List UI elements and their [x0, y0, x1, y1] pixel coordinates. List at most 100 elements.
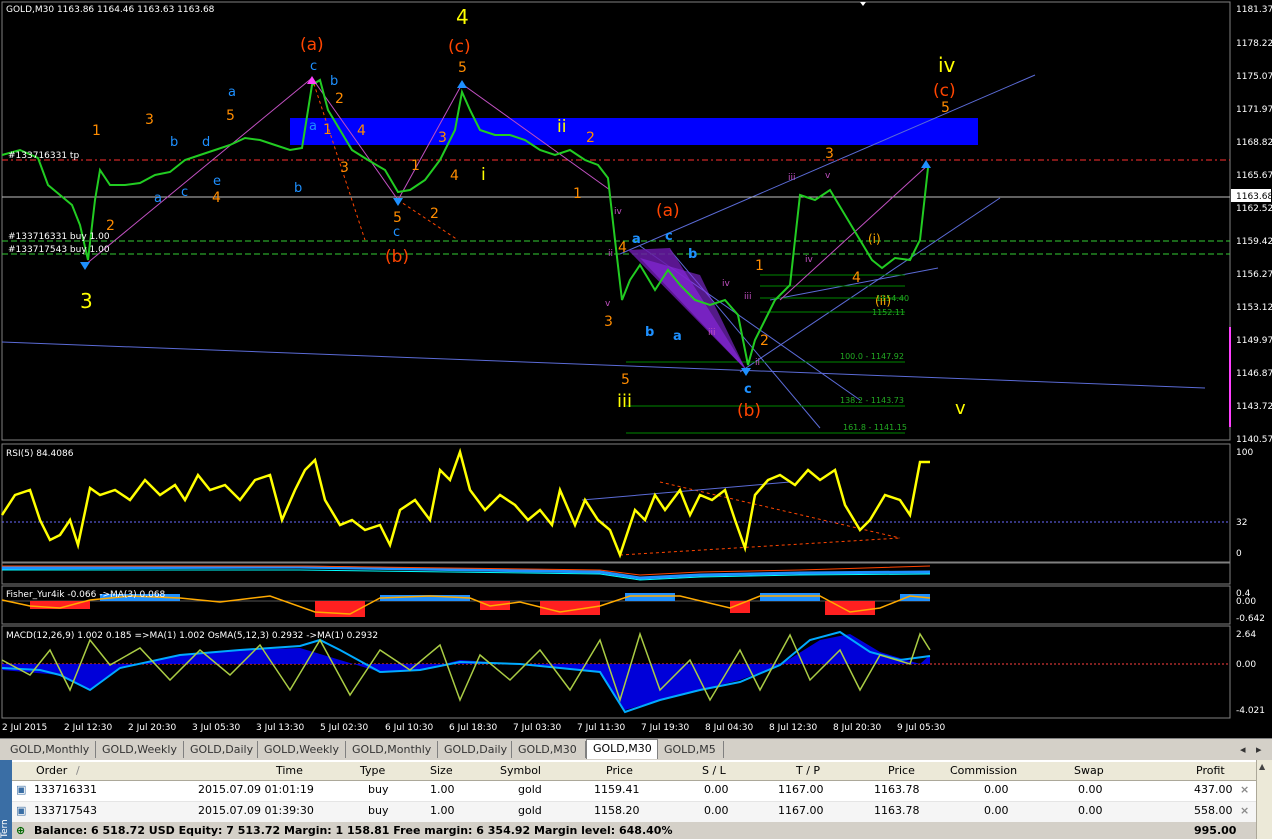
wave-label: iv: [938, 53, 956, 77]
col-size[interactable]: Size: [430, 762, 453, 780]
wave-label: 4: [357, 123, 366, 139]
tab-gold-m30-active[interactable]: GOLD,M30: [586, 739, 658, 759]
price-tick: 1175.07: [1236, 72, 1272, 82]
order-symbol: gold: [518, 804, 542, 817]
col-type[interactable]: Type: [360, 762, 385, 780]
wave-label: v: [825, 171, 831, 181]
wave-label: 1: [755, 258, 764, 274]
terminal-sidebar[interactable]: Terminal: [0, 760, 12, 839]
tab-scroll-left-icon[interactable]: ◂: [1240, 741, 1254, 758]
rsi-title: RSI(5) 84.4086: [6, 449, 74, 459]
time-tick: 7 Jul 19:30: [641, 723, 690, 733]
fib-label: 100.0 - 1147.92: [840, 352, 904, 361]
wave-label: d: [202, 135, 210, 150]
col-sort-icon[interactable]: /: [76, 762, 80, 780]
order-time: 2015.07.09 01:39:30: [198, 804, 314, 817]
order-label: #133717543 buy 1.00: [8, 245, 110, 255]
wave-label: (c): [933, 81, 956, 101]
tab-gold-monthly[interactable]: GOLD,Monthly: [346, 741, 438, 758]
wave-label: iii: [788, 173, 796, 183]
wave-label: iv: [805, 255, 814, 265]
order-tp: 1167.00: [778, 804, 824, 817]
wave-label: iv: [722, 279, 731, 289]
rsi-scale: 100: [1236, 448, 1253, 458]
tab-gold-monthly[interactable]: GOLD,Monthly: [4, 741, 96, 758]
wave-label: e: [213, 174, 221, 189]
status-icon: ⊕: [16, 824, 26, 837]
tab-gold-weekly[interactable]: GOLD,Weekly: [96, 741, 184, 758]
wave-label: iv: [614, 207, 623, 217]
wave-label: 3: [604, 314, 613, 330]
price-tick: 1149.97: [1236, 336, 1272, 346]
wave-label: 4: [456, 5, 469, 29]
order-type: buy: [368, 804, 389, 817]
price-tick: 1178.22: [1236, 39, 1272, 49]
time-tick: 2 Jul 12:30: [64, 723, 113, 733]
time-tick: 6 Jul 10:30: [385, 723, 434, 733]
col-price[interactable]: Price: [606, 762, 633, 780]
wave-label: 5: [226, 108, 235, 124]
account-summary: Balance: 6 518.72 USD Equity: 7 513.72 M…: [34, 824, 673, 837]
col-commission[interactable]: Commission: [950, 762, 1017, 780]
wave-label: 1: [573, 186, 582, 202]
time-tick: 6 Jul 18:30: [449, 723, 498, 733]
wave-label: a: [632, 232, 641, 247]
fisher-scale: -0.642: [1236, 614, 1265, 624]
wave-labels: 4 3 (a) (c) (b) (a) (b) iv (c) 5 v iii i…: [80, 5, 966, 421]
wave-label: (a): [656, 201, 680, 221]
time-tick: 7 Jul 03:30: [513, 723, 562, 733]
tab-scroll-right-icon[interactable]: ▸: [1256, 741, 1270, 758]
chart-area[interactable]: 1181.37 1178.22 1175.07 1171.97 1168.82 …: [0, 0, 1272, 738]
col-sl[interactable]: S / L: [702, 762, 726, 780]
account-status: ⊕ Balance: 6 518.72 USD Equity: 7 513.72…: [12, 822, 1257, 839]
col-current-price[interactable]: Price: [888, 762, 915, 780]
wave-label: 5: [393, 210, 402, 226]
col-time[interactable]: Time: [276, 762, 303, 780]
close-order-icon[interactable]: ×: [1240, 802, 1249, 820]
order-sl: 0.00: [704, 783, 729, 796]
wave-label: b: [330, 74, 338, 89]
scroll-up-icon[interactable]: ▲: [1259, 762, 1265, 771]
close-order-icon[interactable]: ×: [1240, 781, 1249, 799]
wave-label: a: [154, 191, 162, 206]
col-order[interactable]: Order: [36, 762, 67, 780]
wave-label: 3: [145, 112, 154, 128]
wave-label: 4: [852, 270, 861, 286]
tab-gold-daily[interactable]: GOLD,Daily: [184, 741, 258, 758]
wave-label: 2: [335, 91, 344, 107]
order-id: 133717543: [34, 804, 97, 817]
wave-label: 5: [941, 100, 950, 116]
col-swap[interactable]: Swap: [1074, 762, 1104, 780]
tab-gold-weekly[interactable]: GOLD,Weekly: [258, 741, 346, 758]
price-tick: 1162.52: [1236, 204, 1272, 214]
fisher-scale: 0.00: [1236, 597, 1256, 607]
col-tp[interactable]: T / P: [796, 762, 820, 780]
order-commission: 0.00: [984, 783, 1009, 796]
wave-label: c: [393, 225, 400, 240]
terminal-header: Order / Time Type Size Symbol Price S / …: [12, 762, 1257, 781]
table-row[interactable]: ▣ 133716331 2015.07.09 01:01:19 buy 1.00…: [12, 781, 1257, 802]
order-size: 1.00: [430, 804, 455, 817]
wave-label: 4: [618, 240, 627, 256]
wave-label: c: [665, 229, 673, 244]
wave-label: 1: [92, 123, 101, 139]
table-row[interactable]: ▣ 133717543 2015.07.09 01:39:30 buy 1.00…: [12, 802, 1257, 823]
wave-label: a: [309, 119, 317, 134]
wave-label: 2: [430, 206, 439, 222]
col-symbol[interactable]: Symbol: [500, 762, 541, 780]
tab-gold-m5[interactable]: GOLD,M5: [658, 741, 724, 758]
tab-gold-m30[interactable]: GOLD,M30: [512, 741, 586, 758]
order-sl: 0.00: [704, 804, 729, 817]
wave-label: b: [688, 247, 697, 262]
terminal-scrollbar[interactable]: ▲: [1256, 760, 1272, 839]
wave-label: 5: [621, 372, 630, 388]
wave-label: 1: [323, 122, 332, 138]
col-profit[interactable]: Profit: [1196, 762, 1225, 780]
time-tick: 8 Jul 04:30: [705, 723, 754, 733]
price-tick: 1143.72: [1236, 402, 1272, 412]
price-tick: 1171.97: [1236, 105, 1272, 115]
order-swap: 0.00: [1078, 783, 1103, 796]
order-tp: 1167.00: [778, 783, 824, 796]
wave-label: 3: [80, 289, 93, 313]
tab-gold-daily[interactable]: GOLD,Daily: [438, 741, 512, 758]
